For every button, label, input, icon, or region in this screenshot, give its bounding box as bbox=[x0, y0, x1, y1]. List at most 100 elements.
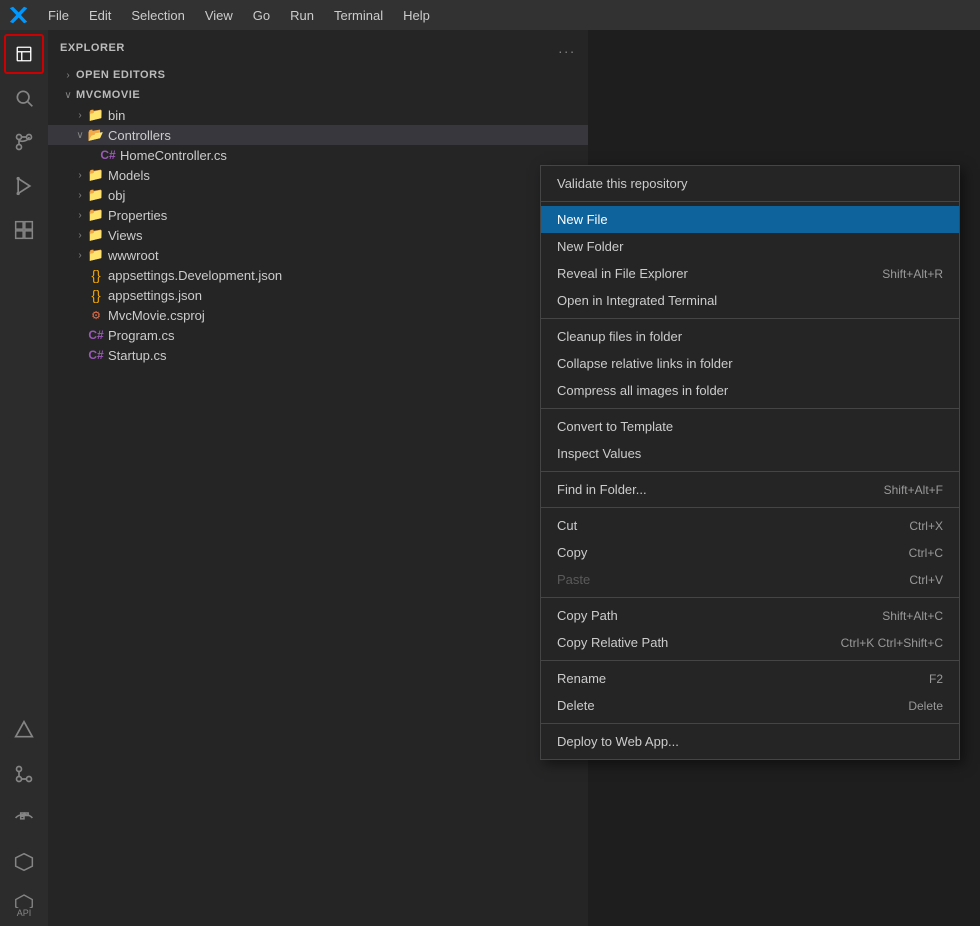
wwwroot-arrow: › bbox=[72, 247, 88, 263]
ctx-validate-repo[interactable]: Validate this repository bbox=[541, 170, 959, 197]
tree-item-obj[interactable]: › 📁 obj bbox=[48, 185, 588, 205]
tree-item-startup[interactable]: › C# Startup.cs bbox=[48, 345, 588, 365]
tree-item-mvcmovie[interactable]: ∨ MVCMOVIE bbox=[48, 85, 588, 105]
menu-run[interactable]: Run bbox=[282, 6, 322, 25]
main-layout: API EXPLORER ... › OPEN EDITORS ∨ MVCMOV… bbox=[0, 30, 980, 926]
ctx-deploy-web-app[interactable]: Deploy to Web App... bbox=[541, 728, 959, 755]
ctx-cut[interactable]: Cut Ctrl+X bbox=[541, 512, 959, 539]
ctx-convert-template-label: Convert to Template bbox=[557, 419, 673, 434]
activity-icon-search[interactable] bbox=[4, 78, 44, 118]
ctx-separator-5 bbox=[541, 507, 959, 508]
ctx-separator-6 bbox=[541, 597, 959, 598]
models-arrow: › bbox=[72, 167, 88, 183]
ctx-copy-path-label: Copy Path bbox=[557, 608, 618, 623]
ctx-open-terminal[interactable]: Open in Integrated Terminal bbox=[541, 287, 959, 314]
ctx-paste-label: Paste bbox=[557, 572, 590, 587]
tree-item-controllers[interactable]: ∨ 📂 Controllers bbox=[48, 125, 588, 145]
ctx-collapse-links[interactable]: Collapse relative links in folder bbox=[541, 350, 959, 377]
tree-item-appsettings[interactable]: › {} appsettings.json bbox=[48, 285, 588, 305]
menu-terminal[interactable]: Terminal bbox=[326, 6, 391, 25]
ctx-find-in-folder[interactable]: Find in Folder... Shift+Alt+F bbox=[541, 476, 959, 503]
tree-item-bin[interactable]: › 📁 bin bbox=[48, 105, 588, 125]
tree-item-models[interactable]: › 📁 Models bbox=[48, 165, 588, 185]
menu-file[interactable]: File bbox=[40, 6, 77, 25]
ctx-cleanup-files[interactable]: Cleanup files in folder bbox=[541, 323, 959, 350]
ctx-cleanup-files-label: Cleanup files in folder bbox=[557, 329, 682, 344]
tree-item-views[interactable]: › 📁 Views bbox=[48, 225, 588, 245]
tree-item-properties[interactable]: › 📁 Properties bbox=[48, 205, 588, 225]
menubar: File Edit Selection View Go Run Terminal… bbox=[0, 0, 980, 30]
activity-icon-extensions[interactable] bbox=[4, 210, 44, 250]
ctx-compress-images[interactable]: Compress all images in folder bbox=[541, 377, 959, 404]
mvcmovie-label: MVCMOVIE bbox=[76, 89, 140, 101]
vscode-logo bbox=[8, 4, 30, 26]
ctx-separator-4 bbox=[541, 471, 959, 472]
ctx-rename-shortcut: F2 bbox=[929, 672, 943, 686]
models-folder-icon: 📁 bbox=[88, 167, 104, 183]
ctx-reveal-explorer[interactable]: Reveal in File Explorer Shift+Alt+R bbox=[541, 260, 959, 287]
ctx-copy-relative-path[interactable]: Copy Relative Path Ctrl+K Ctrl+Shift+C bbox=[541, 629, 959, 656]
open-editors-arrow: › bbox=[60, 67, 76, 83]
ctx-deploy-web-app-label: Deploy to Web App... bbox=[557, 734, 679, 749]
ctx-delete-label: Delete bbox=[557, 698, 595, 713]
ctx-copy-path-shortcut: Shift+Alt+C bbox=[882, 609, 943, 623]
ctx-inspect-values[interactable]: Inspect Values bbox=[541, 440, 959, 467]
csproj-label: MvcMovie.csproj bbox=[108, 308, 205, 323]
menu-view[interactable]: View bbox=[197, 6, 241, 25]
ctx-copy-relative-path-label: Copy Relative Path bbox=[557, 635, 668, 650]
tree-item-homecontroller[interactable]: › C# HomeController.cs bbox=[48, 145, 588, 165]
ctx-copy-path[interactable]: Copy Path Shift+Alt+C bbox=[541, 602, 959, 629]
ctx-copy[interactable]: Copy Ctrl+C bbox=[541, 539, 959, 566]
homecontroller-label: HomeController.cs bbox=[120, 148, 227, 163]
menu-go[interactable]: Go bbox=[245, 6, 278, 25]
activity-icon-git2[interactable] bbox=[4, 754, 44, 794]
properties-folder-icon: 📁 bbox=[88, 207, 104, 223]
ctx-find-in-folder-shortcut: Shift+Alt+F bbox=[884, 483, 943, 497]
startup-label: Startup.cs bbox=[108, 348, 167, 363]
tree-item-csproj[interactable]: › ⚙ MvcMovie.csproj bbox=[48, 305, 588, 325]
ctx-reveal-explorer-shortcut: Shift+Alt+R bbox=[882, 267, 943, 281]
activity-icon-extensions2[interactable] bbox=[4, 842, 44, 882]
ctx-copy-label: Copy bbox=[557, 545, 587, 560]
tree-item-appsettings-dev[interactable]: › {} appsettings.Development.json bbox=[48, 265, 588, 285]
ctx-open-terminal-label: Open in Integrated Terminal bbox=[557, 293, 717, 308]
obj-arrow: › bbox=[72, 187, 88, 203]
activity-icon-api[interactable]: API bbox=[4, 886, 44, 926]
activity-icon-source-control[interactable] bbox=[4, 122, 44, 162]
appsettings-dev-icon: {} bbox=[88, 267, 104, 283]
bin-folder-icon: 📁 bbox=[88, 107, 104, 123]
ctx-copy-shortcut: Ctrl+C bbox=[909, 546, 943, 560]
csproj-icon: ⚙ bbox=[88, 307, 104, 323]
sidebar-header: EXPLORER ... bbox=[48, 30, 588, 65]
ctx-separator-8 bbox=[541, 723, 959, 724]
ctx-new-file[interactable]: New File bbox=[541, 206, 959, 233]
tree-section-open-editors[interactable]: › OPEN EDITORS bbox=[48, 65, 588, 85]
properties-label: Properties bbox=[108, 208, 167, 223]
ctx-new-folder[interactable]: New Folder bbox=[541, 233, 959, 260]
activity-icon-mountain[interactable] bbox=[4, 710, 44, 750]
views-label: Views bbox=[108, 228, 142, 243]
appsettings-label: appsettings.json bbox=[108, 288, 202, 303]
tree-item-program[interactable]: › C# Program.cs bbox=[48, 325, 588, 345]
models-label: Models bbox=[108, 168, 150, 183]
wwwroot-folder-icon: 📁 bbox=[88, 247, 104, 263]
ctx-convert-template[interactable]: Convert to Template bbox=[541, 413, 959, 440]
tree-item-wwwroot[interactable]: › 📁 wwwroot bbox=[48, 245, 588, 265]
activity-icon-explorer[interactable] bbox=[4, 34, 44, 74]
program-icon: C# bbox=[88, 327, 104, 343]
ctx-paste-shortcut: Ctrl+V bbox=[909, 573, 943, 587]
activity-icon-run-debug[interactable] bbox=[4, 166, 44, 206]
homecontroller-icon: C# bbox=[100, 147, 116, 163]
ctx-delete[interactable]: Delete Delete bbox=[541, 692, 959, 719]
controllers-arrow: ∨ bbox=[72, 127, 88, 143]
menu-selection[interactable]: Selection bbox=[123, 6, 192, 25]
sidebar-more-button[interactable]: ... bbox=[558, 40, 576, 56]
appsettings-dev-label: appsettings.Development.json bbox=[108, 268, 282, 283]
ctx-new-folder-label: New Folder bbox=[557, 239, 623, 254]
program-label: Program.cs bbox=[108, 328, 174, 343]
ctx-rename[interactable]: Rename F2 bbox=[541, 665, 959, 692]
menu-edit[interactable]: Edit bbox=[81, 6, 119, 25]
ctx-copy-relative-path-shortcut: Ctrl+K Ctrl+Shift+C bbox=[841, 636, 943, 650]
activity-icon-docker[interactable] bbox=[4, 798, 44, 838]
menu-help[interactable]: Help bbox=[395, 6, 438, 25]
